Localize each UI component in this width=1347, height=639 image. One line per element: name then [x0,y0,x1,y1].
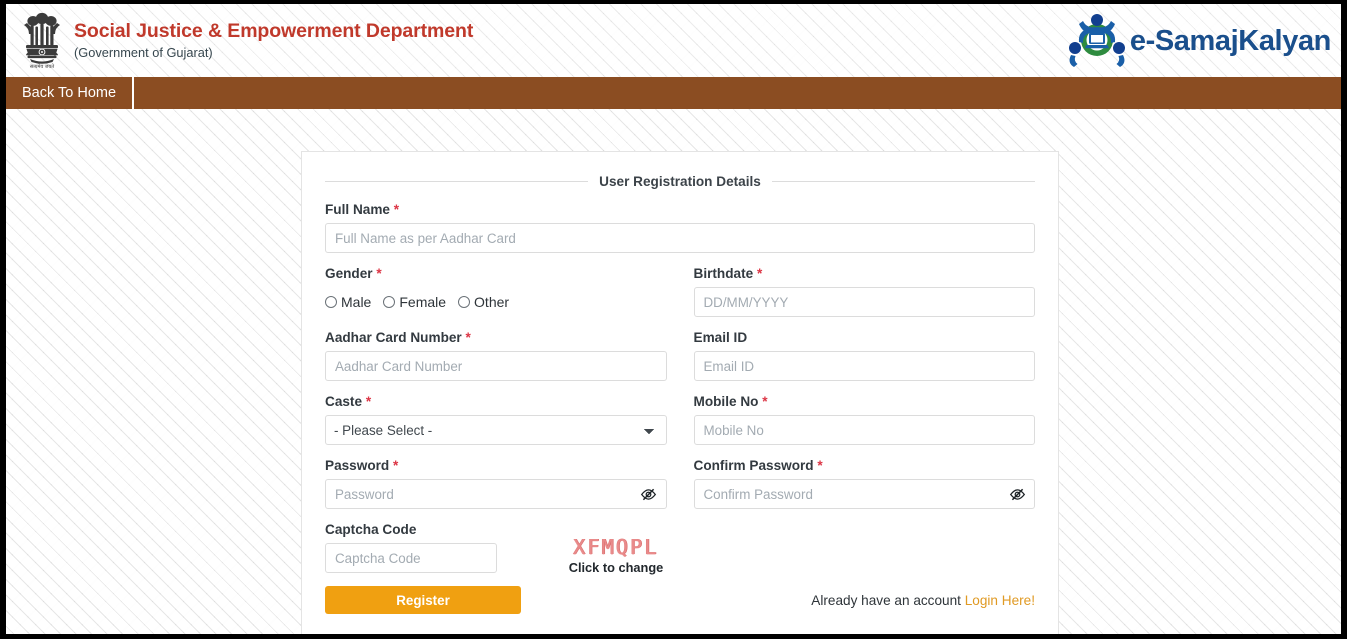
gender-label-female: Female [399,294,446,310]
gender-required-marker: * [376,266,381,281]
field-caste: Caste * - Please Select - [325,394,667,445]
svg-text:सत्यमेव जयते: सत्यमेव जयते [30,63,54,70]
label-caste-text: Caste [325,394,362,409]
main-navbar: Back To Home [6,77,1341,109]
label-gender-text: Gender [325,266,373,281]
field-mobile-no: Mobile No * [694,394,1036,445]
browser-viewport: सत्यमेव जयते Social Justice & Empowermen… [6,4,1341,634]
captcha-refresh-hint[interactable]: Click to change [557,560,675,575]
password-input-wrapper [325,479,667,509]
form-legend: User Registration Details [325,174,1035,189]
form-legend-text: User Registration Details [599,174,761,189]
label-email-text: Email ID [694,330,748,345]
site-header: सत्यमेव जयते Social Justice & Empowermen… [6,4,1341,77]
label-aadhar-text: Aadhar Card Number [325,330,462,345]
row-caste-mobile: Caste * - Please Select - Mobile No * [325,394,1035,445]
radio-icon-female[interactable] [383,296,395,308]
label-mobile-no: Mobile No * [694,394,1036,409]
label-birthdate: Birthdate * [694,266,1036,281]
gender-radio-group: Male Female Other [325,287,667,317]
field-confirm-password: Confirm Password * [694,458,1036,509]
confirm-password-input[interactable] [694,479,1036,509]
row-password: Password * Confirm Passwor [325,458,1035,509]
label-confirm-password-text: Confirm Password [694,458,814,473]
label-password: Password * [325,458,667,473]
department-title: Social Justice & Empowerment Department [74,20,473,42]
login-prompt-text: Already have an account [811,593,964,608]
gender-label-male: Male [341,294,371,310]
label-caste: Caste * [325,394,667,409]
label-mobile-text: Mobile No [694,394,759,409]
full-name-required-marker: * [394,202,399,217]
email-id-input[interactable] [694,351,1036,381]
gender-option-male[interactable]: Male [325,294,371,310]
field-email-id: Email ID [694,330,1036,381]
login-prompt: Already have an account Login Here! [811,593,1035,608]
legend-divider-left [325,181,588,182]
confirm-password-input-wrapper [694,479,1036,509]
radio-icon-other[interactable] [458,296,470,308]
nav-item-back-to-home[interactable]: Back To Home [6,77,134,109]
captcha-image-refresh[interactable]: XFMQPL Click to change [557,536,675,575]
label-full-name-text: Full Name [325,202,390,217]
row-submit: Register Already have an account Login H… [325,586,1035,614]
field-password: Password * [325,458,667,509]
label-confirm-password: Confirm Password * [694,458,1036,473]
password-required-marker: * [393,458,398,473]
row-captcha: Captcha Code XFMQPL Click to change [325,522,1035,575]
eye-slash-icon-confirm-password[interactable] [1008,485,1026,503]
legend-divider-right [772,181,1035,182]
register-button[interactable]: Register [325,586,521,614]
gender-label-other: Other [474,294,509,310]
eye-slash-icon-password[interactable] [640,485,658,503]
full-name-input[interactable] [325,223,1035,253]
field-aadhar-card-number: Aadhar Card Number * [325,330,667,381]
ashoka-pillar-emblem-icon: सत्यमेव जयते [14,12,70,70]
row-aadhar-email: Aadhar Card Number * Email ID [325,330,1035,381]
mobile-no-input[interactable] [694,415,1036,445]
field-captcha-code: Captcha Code [325,522,497,573]
field-full-name: Full Name * [325,202,1035,253]
registration-card: User Registration Details Full Name * Ge… [301,151,1059,634]
label-gender: Gender * [325,266,667,281]
label-password-text: Password [325,458,389,473]
gender-option-female[interactable]: Female [383,294,446,310]
caste-select[interactable]: - Please Select - [325,415,667,445]
esamajkalyan-people-computer-logo-icon [1066,10,1128,73]
field-birthdate: Birthdate * [694,266,1036,317]
radio-icon-male[interactable] [325,296,337,308]
label-email-id: Email ID [694,330,1036,345]
login-here-link[interactable]: Login Here! [965,593,1035,608]
captcha-image-text[interactable]: XFMQPL [557,536,675,558]
department-subtitle: (Government of Gujarat) [74,44,473,61]
aadhar-required-marker: * [466,330,471,345]
label-captcha-text: Captcha Code [325,522,416,537]
birthdate-required-marker: * [757,266,762,281]
label-aadhar-card-number: Aadhar Card Number * [325,330,667,345]
label-full-name: Full Name * [325,202,1035,217]
label-birthdate-text: Birthdate [694,266,754,281]
aadhar-card-number-input[interactable] [325,351,667,381]
field-gender: Gender * Male Female Other [325,266,667,317]
esamajkalyan-brand[interactable]: e-SamajKalyan [1066,10,1331,73]
gender-option-other[interactable]: Other [458,294,509,310]
row-gender-birthdate: Gender * Male Female Other [325,266,1035,317]
mobile-required-marker: * [762,394,767,409]
label-captcha-code: Captcha Code [325,522,497,537]
brand-text: e-SamajKalyan [1130,25,1331,58]
department-identity: Social Justice & Empowerment Department … [74,20,473,61]
password-input[interactable] [325,479,667,509]
confirm-password-required-marker: * [817,458,822,473]
caste-required-marker: * [366,394,371,409]
birthdate-input[interactable] [694,287,1036,317]
row-full-name: Full Name * [325,202,1035,253]
captcha-code-input[interactable] [325,543,497,573]
